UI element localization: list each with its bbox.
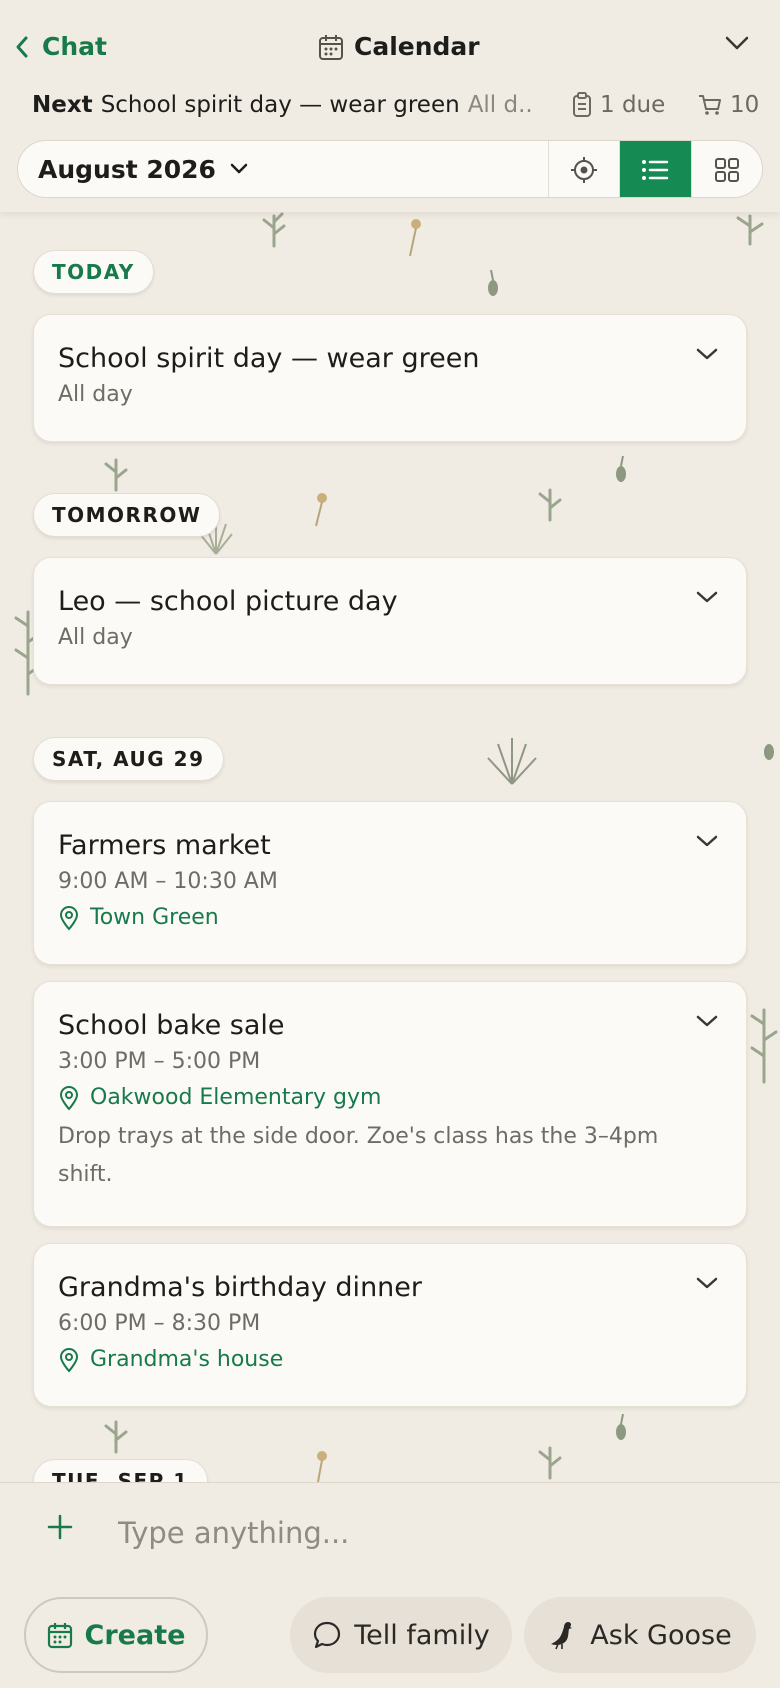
next-event-title: School spirit day — wear green: [100, 92, 460, 118]
calendar-icon: [319, 34, 343, 60]
map-pin-icon: [59, 1086, 79, 1111]
action-buttons: Create Tell family Ask Goose: [0, 1597, 780, 1673]
map-pin-icon: [59, 1348, 79, 1373]
cart-icon: [699, 95, 721, 115]
page-title-text: Calendar: [354, 32, 480, 61]
summary-row: Next School spirit day — wear green All …: [24, 88, 764, 122]
day-header-tomorrow: TOMORROW: [33, 493, 221, 537]
event-card[interactable]: Grandma's birthday dinner 6:00 PM – 8:30…: [33, 1243, 747, 1407]
tell-family-button[interactable]: Tell family: [290, 1597, 512, 1673]
chevron-down-icon[interactable]: [696, 834, 718, 848]
tasks-due-count: 1 due: [600, 92, 666, 118]
page-title: Calendar: [318, 32, 480, 61]
chevron-left-icon: [16, 36, 28, 57]
day-header-sat-aug-29: SAT, AUG 29: [33, 737, 224, 781]
create-label: Create: [84, 1619, 186, 1651]
next-label: Next: [32, 92, 93, 118]
day-label: TOMORROW: [52, 503, 202, 527]
location-text: Town Green: [90, 905, 219, 930]
grid-icon: [714, 158, 739, 182]
event-title: Leo — school picture day: [58, 586, 398, 617]
chevron-down-icon[interactable]: [696, 590, 718, 604]
month-selector[interactable]: August 2026: [18, 141, 548, 197]
shopping-count: 10: [730, 92, 760, 118]
event-title: Farmers market: [58, 830, 271, 861]
day-label: SAT, AUG 29: [52, 747, 205, 771]
chevron-down-icon[interactable]: [696, 1014, 718, 1028]
chevron-down-icon: [230, 163, 248, 174]
day-header-tue-sep-1: TUE, SEP 1: [33, 1459, 208, 1482]
back-label: Chat: [42, 32, 107, 61]
event-time: 6:00 PM – 8:30 PM: [58, 1311, 261, 1336]
composer-footer: Create Tell family Ask Goose: [0, 1482, 780, 1688]
event-time: All day: [58, 625, 133, 650]
event-card[interactable]: Leo — school picture day All day: [33, 557, 747, 685]
event-note: Drop trays at the side door. Zoe's class…: [58, 1124, 659, 1187]
chat-bubble-icon: [314, 1621, 341, 1649]
list-view-button[interactable]: [619, 141, 691, 197]
day-header-today: TODAY: [33, 250, 154, 294]
create-button[interactable]: Create: [24, 1597, 208, 1673]
month-label: August 2026: [38, 154, 216, 184]
chevron-down-icon[interactable]: [696, 347, 718, 361]
event-card[interactable]: Farmers market 9:00 AM – 10:30 AM Town G…: [33, 801, 747, 965]
chevron-down-icon[interactable]: [696, 1276, 718, 1290]
tell-family-label: Tell family: [354, 1619, 490, 1651]
composer: [0, 1483, 780, 1583]
message-input[interactable]: [118, 1507, 738, 1559]
ask-goose-button[interactable]: Ask Goose: [524, 1597, 756, 1673]
event-title: School spirit day — wear green: [58, 343, 480, 374]
event-location[interactable]: Oakwood Elementary gym: [58, 1080, 722, 1116]
event-card[interactable]: School bake sale 3:00 PM – 5:00 PM Oakwo…: [33, 981, 747, 1227]
map-pin-icon: [59, 906, 79, 931]
event-time: 9:00 AM – 10:30 AM: [58, 869, 278, 894]
location-text: Grandma's house: [90, 1347, 284, 1372]
month-toolbar: August 2026: [17, 140, 763, 198]
top-nav: Chat Calendar: [0, 28, 780, 72]
event-list[interactable]: TODAY School spirit day — wear green All…: [0, 212, 780, 1482]
jump-to-today-button[interactable]: [548, 141, 619, 197]
chevron-down-icon: [725, 36, 749, 50]
event-time: All day: [58, 382, 133, 407]
attach-button[interactable]: [46, 1513, 74, 1545]
event-card[interactable]: School spirit day — wear green All day: [33, 314, 747, 442]
ask-goose-label: Ask Goose: [590, 1619, 732, 1651]
clipboard-icon: [573, 92, 591, 117]
calendar-icon: [47, 1623, 72, 1649]
event-location[interactable]: Grandma's house: [58, 1342, 722, 1378]
next-event-summary[interactable]: Next School spirit day — wear green All …: [24, 92, 534, 118]
location-text: Oakwood Elementary gym: [90, 1085, 382, 1110]
next-event-time: All d...: [467, 92, 534, 118]
event-title: School bake sale: [58, 1010, 285, 1041]
event-time: 3:00 PM – 5:00 PM: [58, 1049, 261, 1074]
crosshair-icon: [571, 157, 598, 183]
event-location[interactable]: Town Green: [58, 900, 722, 936]
list-icon: [642, 160, 669, 180]
back-to-chat-link[interactable]: Chat: [14, 32, 107, 61]
shopping-list-link[interactable]: 10: [698, 92, 759, 118]
goose-icon: [551, 1622, 573, 1650]
plus-icon: [47, 1514, 73, 1540]
day-label: TODAY: [52, 260, 135, 284]
day-label: TUE, SEP 1: [52, 1469, 189, 1482]
grid-view-button[interactable]: [690, 141, 762, 197]
event-title: Grandma's birthday dinner: [58, 1272, 422, 1303]
collapse-header-button[interactable]: [724, 34, 750, 56]
calendar-header: Chat Calendar Next School spirit day — w…: [0, 0, 780, 212]
tasks-due-link[interactable]: 1 due: [572, 92, 665, 118]
